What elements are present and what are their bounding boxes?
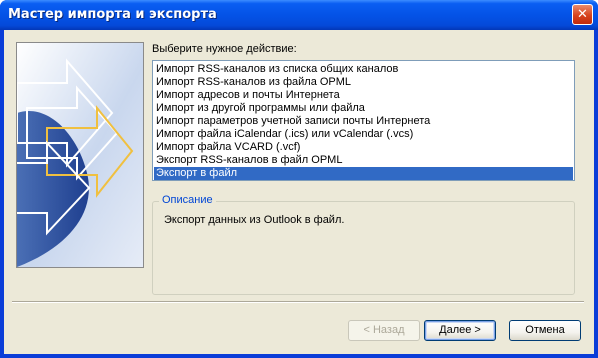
list-item[interactable]: Импорт файла VCARD (.vcf) — [154, 141, 573, 154]
list-item[interactable]: Импорт адресов и почты Интернета — [154, 89, 573, 102]
wizard-arrows-icon — [17, 43, 143, 267]
cancel-button[interactable]: Отмена — [509, 320, 581, 341]
wizard-window: Мастер импорта и экспорта ✕ Выберите нуж… — [0, 0, 598, 358]
separator — [12, 301, 584, 303]
dialog-body: Выберите нужное действие: Импорт RSS-кан… — [4, 30, 594, 354]
list-item[interactable]: Импорт RSS-каналов из файла OPML — [154, 76, 573, 89]
action-prompt-label: Выберите нужное действие: — [152, 43, 297, 55]
list-item[interactable]: Импорт параметров учетной записи почты И… — [154, 115, 573, 128]
wizard-illustration — [16, 42, 144, 268]
list-item[interactable]: Экспорт RSS-каналов в файл OPML — [154, 154, 573, 167]
description-text: Экспорт данных из Outlook в файл. — [164, 214, 345, 226]
title-bar[interactable]: Мастер импорта и экспорта ✕ — [0, 0, 598, 30]
action-listbox[interactable]: Импорт RSS-каналов из списка общих канал… — [152, 60, 575, 181]
back-button[interactable]: < Назад — [348, 320, 420, 341]
list-item-selected[interactable]: Экспорт в файл — [154, 167, 573, 180]
description-title: Описание — [159, 194, 216, 206]
close-button[interactable]: ✕ — [572, 4, 593, 25]
next-button[interactable]: Далее > — [424, 320, 496, 341]
list-item[interactable]: Импорт RSS-каналов из списка общих канал… — [154, 63, 573, 76]
list-item[interactable]: Импорт из другой программы или файла — [154, 102, 573, 115]
list-item[interactable]: Импорт файла iCalendar (.ics) или vCalen… — [154, 128, 573, 141]
window-title: Мастер импорта и экспорта — [8, 7, 217, 22]
